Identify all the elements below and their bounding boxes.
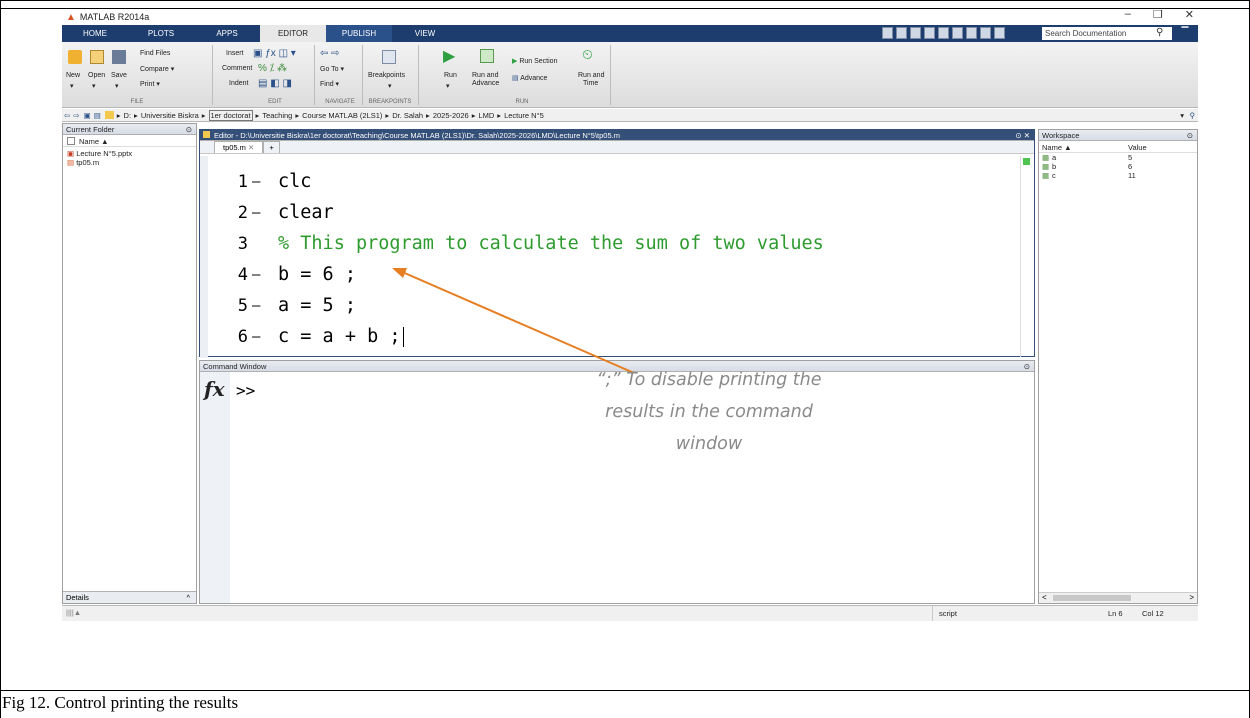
annotation-line: window <box>675 434 743 454</box>
arrow-head <box>392 268 407 278</box>
figure-caption: Fig 12. Control printing the results <box>2 693 239 712</box>
caption-rule <box>0 690 1250 691</box>
annotation-line: results in the command <box>605 402 813 422</box>
arrow-line <box>399 270 635 374</box>
annotation-text: “;” To disable printing the results in t… <box>574 364 844 460</box>
annotation-line: “;” To disable printing the <box>596 370 822 390</box>
annotation-arrow <box>392 268 635 374</box>
